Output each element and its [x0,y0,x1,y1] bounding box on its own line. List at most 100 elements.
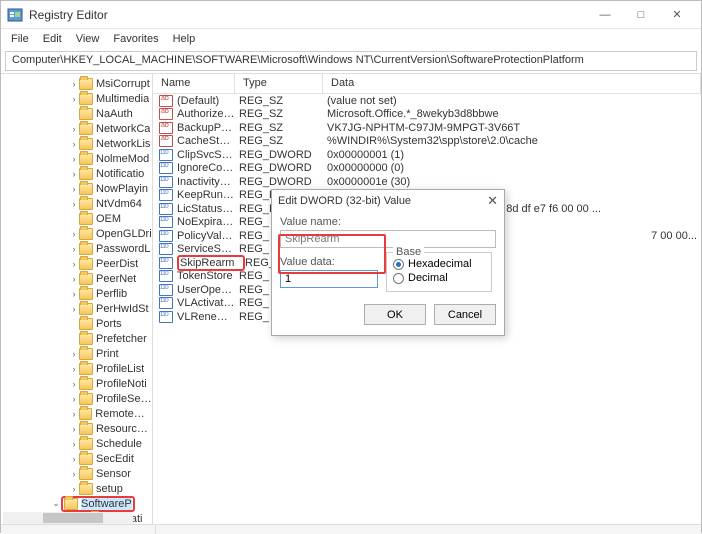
tree-item-label: ProfileList [96,363,144,375]
radio-hexadecimal[interactable]: Hexadecimal [393,257,485,271]
close-button[interactable]: ✕ [659,1,695,29]
tree-item[interactable]: ›SecEdit [1,451,152,466]
tree-item[interactable]: OEM [1,211,152,226]
tree-item[interactable]: ›ProfileServi [1,391,152,406]
menu-view[interactable]: View [70,31,106,47]
folder-icon [79,228,93,240]
expand-arrow-icon[interactable]: ⌄ [51,498,61,509]
tree-item[interactable]: ›Perflib [1,286,152,301]
menu-help[interactable]: Help [167,31,202,47]
folder-icon [79,138,93,150]
tree-item[interactable]: ›NowPlayin [1,181,152,196]
expand-arrow-icon[interactable]: › [69,394,79,404]
tree-item-label: MsiCorrupt [96,78,150,90]
tree-item[interactable]: ›NtVdm64 [1,196,152,211]
folder-icon [79,468,93,480]
menu-edit[interactable]: Edit [37,31,68,47]
expand-arrow-icon[interactable]: › [69,259,79,269]
ok-button[interactable]: OK [364,304,426,325]
expand-arrow-icon[interactable]: › [69,289,79,299]
dialog-titlebar: Edit DWORD (32-bit) Value ✕ [272,190,504,212]
col-data[interactable]: Data [323,74,701,93]
value-name: SkipRearm [180,257,242,269]
expand-arrow-icon[interactable]: › [69,439,79,449]
expand-arrow-icon[interactable]: › [69,349,79,359]
tree-item[interactable]: ›Notificatio [1,166,152,181]
expand-arrow-icon[interactable]: › [69,364,79,374]
value-name: CacheStore [177,135,239,147]
menu-file[interactable]: File [5,31,35,47]
tree-item[interactable]: ›NetworkCa [1,121,152,136]
expand-arrow-icon[interactable]: › [69,424,79,434]
list-row[interactable]: (Default)REG_SZ(value not set) [153,94,701,108]
list-row[interactable]: IgnoreContainer...REG_DWORD0x00000000 (0… [153,162,701,176]
expand-arrow-icon[interactable]: › [69,379,79,389]
tree-item[interactable]: › Schedule [1,436,152,451]
value-name: ServiceSessionId [177,243,239,255]
tree-item-label: Schedule [96,438,142,450]
value-name: InactivityShutdo... [177,176,239,188]
expand-arrow-icon[interactable]: › [69,94,79,104]
key-tree[interactable]: ›MsiCorrupt›MultimediaNaAuth›NetworkCa›N… [1,74,153,524]
tree-item[interactable]: Prefetcher [1,331,152,346]
folder-icon [79,198,93,210]
value-data-trail: 7 00 00... [651,230,697,242]
minimize-button[interactable]: — [587,1,623,29]
tree-item[interactable]: NaAuth [1,106,152,121]
expand-arrow-icon[interactable]: › [69,304,79,314]
folder-icon [79,288,93,300]
col-name[interactable]: Name [153,74,235,93]
list-row[interactable]: InactivityShutdo...REG_DWORD0x0000001e (… [153,175,701,189]
dialog-close-icon[interactable]: ✕ [487,193,498,209]
radio-icon [393,259,404,270]
tree-item[interactable]: ›PeerDist [1,256,152,271]
tree-item[interactable]: ›PeerNet [1,271,152,286]
tree-item[interactable]: Ports [1,316,152,331]
radio-decimal[interactable]: Decimal [393,271,485,285]
col-type[interactable]: Type [235,74,323,93]
list-row[interactable]: CacheStoreREG_SZ%WINDIR%\System32\spp\st… [153,135,701,149]
expand-arrow-icon[interactable]: › [69,274,79,284]
tree-item[interactable]: ›Sensor [1,466,152,481]
expand-arrow-icon[interactable]: › [69,454,79,464]
horizontal-scrollbar[interactable] [3,512,133,524]
tree-item[interactable]: ›Multimedia [1,91,152,106]
expand-arrow-icon[interactable]: › [69,124,79,134]
value-data: 0x0000001e (30) [327,176,701,188]
value-name: IgnoreContainer... [177,162,239,174]
cancel-button[interactable]: Cancel [434,304,496,325]
tree-item[interactable]: ›setup [1,481,152,496]
binary-value-icon [159,203,173,215]
tree-item[interactable]: › ProfileList [1,361,152,376]
expand-arrow-icon[interactable]: › [69,79,79,89]
tree-item[interactable]: ›NetworkLis [1,136,152,151]
expand-arrow-icon[interactable]: › [69,229,79,239]
tree-item[interactable]: ›RemoteReg [1,406,152,421]
expand-arrow-icon[interactable]: › [69,409,79,419]
list-row[interactable]: AuthorizedCont...REG_SZMicrosoft.Office.… [153,108,701,122]
tree-item[interactable]: ›Print [1,346,152,361]
tree-item[interactable]: ›PasswordL [1,241,152,256]
expand-arrow-icon[interactable]: › [69,244,79,254]
tree-item[interactable]: ›OpenGLDri [1,226,152,241]
maximize-button[interactable]: □ [623,1,659,29]
address-bar[interactable]: Computer\HKEY_LOCAL_MACHINE\SOFTWARE\Mic… [5,51,697,71]
tree-item[interactable]: › MsiCorrupt [1,76,152,91]
menu-favorites[interactable]: Favorites [107,31,164,47]
list-row[interactable]: BackupProduct...REG_SZVK7JG-NPHTM-C97JM-… [153,121,701,135]
list-row[interactable]: ClipSvcStartREG_DWORD0x00000001 (1) [153,148,701,162]
expand-arrow-icon[interactable]: › [69,169,79,179]
base-label: Base [393,246,424,258]
expand-arrow-icon[interactable]: › [69,469,79,479]
tree-item[interactable]: ›ProfileNoti [1,376,152,391]
expand-arrow-icon[interactable]: › [69,154,79,164]
expand-arrow-icon[interactable]: › [69,484,79,494]
tree-item[interactable]: ⌄SoftwareP [1,496,152,511]
expand-arrow-icon[interactable]: › [69,199,79,209]
tree-item[interactable]: ›ResourceM [1,421,152,436]
tree-item[interactable]: ›PerHwIdSt [1,301,152,316]
tree-item[interactable]: ›NolmeMod [1,151,152,166]
value-data-field[interactable]: 1 [280,270,378,288]
expand-arrow-icon[interactable]: › [69,184,79,194]
expand-arrow-icon[interactable]: › [69,139,79,149]
